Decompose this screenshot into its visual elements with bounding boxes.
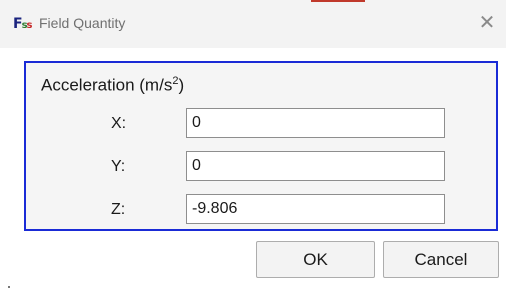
window-title: Field Quantity: [39, 15, 126, 31]
field-quantity-dialog: Fss Field Quantity ✕ Acceleration (m/s2)…: [0, 0, 506, 291]
cancel-button[interactable]: Cancel: [383, 241, 499, 278]
z-input[interactable]: -9.806: [186, 194, 445, 224]
close-icon[interactable]: ✕: [476, 12, 498, 34]
app-icon: Fss: [13, 16, 32, 32]
x-label: X:: [111, 115, 127, 132]
y-label: Y:: [111, 158, 126, 175]
y-input[interactable]: 0: [186, 151, 445, 181]
background-window-edge: [311, 0, 365, 2]
z-label: Z:: [111, 201, 126, 218]
resize-grip: [8, 286, 10, 288]
title-bar[interactable]: Fss Field Quantity ✕: [0, 0, 506, 48]
x-input[interactable]: 0: [186, 108, 445, 138]
group-title: Acceleration (m/s2): [41, 75, 185, 95]
ok-button[interactable]: OK: [256, 241, 375, 278]
